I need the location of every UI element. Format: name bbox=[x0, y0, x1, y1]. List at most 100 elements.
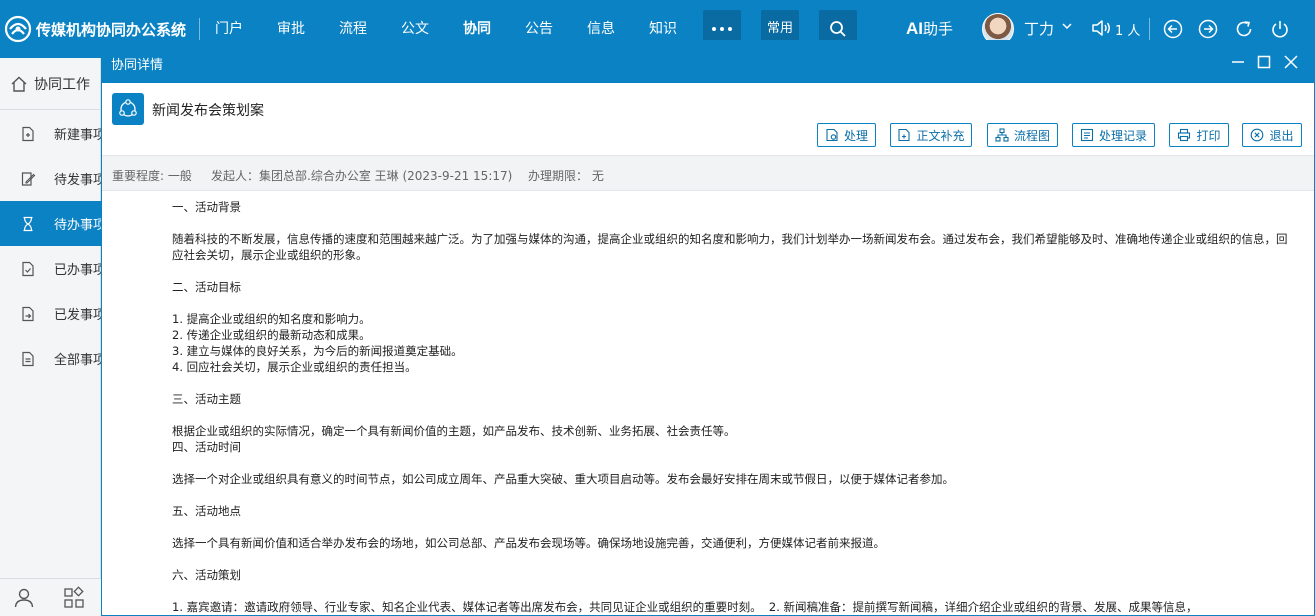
sidebar-item-label: 已办事项 bbox=[54, 263, 101, 278]
content-line: 4. 回应社会关切，展示企业或组织的责任担当。 bbox=[172, 360, 417, 374]
content-line: 选择一个对企业或组织具有意义的时间节点，如公司成立周年、产品重大突破、重大项目启… bbox=[172, 472, 954, 486]
dialog-title: 协同详情 bbox=[111, 58, 164, 73]
chevron-down-icon[interactable] bbox=[1061, 20, 1073, 32]
exit-icon bbox=[1251, 128, 1264, 142]
divider bbox=[199, 18, 200, 40]
close-icon[interactable] bbox=[1282, 53, 1300, 71]
deadline-label: 办理期限： 无 bbox=[528, 169, 604, 183]
content-line bbox=[172, 375, 1292, 391]
edit-icon bbox=[21, 171, 36, 186]
done-document-icon bbox=[22, 261, 34, 276]
supplement-icon bbox=[898, 128, 911, 142]
content-line: 随着科技的不断发展，信息传播的速度和范围越来越广泛。为了加强与媒体的沟通，提高企… bbox=[172, 232, 1288, 262]
content-line: 2. 传递企业或组织的最新动态和成果。 bbox=[172, 328, 371, 342]
document-title: 新闻发布会策划案 bbox=[152, 103, 264, 119]
document-meta: 重要程度: 一般 发起人：集团总部.综合办公室 王琳 (2023-9-21 15… bbox=[102, 155, 1314, 191]
online-count: 1 人 bbox=[1115, 24, 1141, 39]
dot-icon bbox=[712, 27, 716, 31]
content-line: 3. 建立与媒体的良好关系，为今后的新闻报道奠定基础。 bbox=[172, 344, 463, 358]
sidebar-item-label: 待发事项 bbox=[54, 173, 101, 188]
sidebar: 协同工作 新建事项 待发事项 待办事项 已办事项 已发事项 全部事项 bbox=[0, 58, 101, 616]
ai-assistant-button[interactable]: AI助手 bbox=[906, 18, 953, 39]
process-button[interactable]: 处理 bbox=[817, 123, 876, 147]
records-button-label: 处理记录 bbox=[1098, 128, 1147, 143]
flowchart-button[interactable]: 流程图 bbox=[987, 123, 1058, 147]
apps-icon[interactable] bbox=[62, 586, 86, 610]
content-line bbox=[172, 263, 1292, 279]
content-line bbox=[172, 455, 1292, 471]
back-icon[interactable] bbox=[1163, 19, 1183, 39]
sidebar-item-sent[interactable]: 已发事项 bbox=[0, 291, 101, 336]
content-line bbox=[172, 551, 1292, 567]
records-icon bbox=[1080, 128, 1094, 142]
exit-button-label: 退出 bbox=[1269, 128, 1294, 143]
importance-label: 重要程度: 一般 bbox=[112, 169, 192, 183]
collaboration-detail-dialog: 协同详情 新闻发布会策划案 处理 正文补充 流程图 处理记录 打印 退出 重要程… bbox=[101, 40, 1315, 616]
ai-assistant-label: 助手 bbox=[923, 20, 954, 38]
share-icon bbox=[119, 99, 137, 117]
search-icon bbox=[830, 21, 846, 37]
content-line bbox=[172, 215, 1292, 231]
content-line: 选择一个具有新闻价值和适合举办发布会的场地，如公司总部、产品发布会现场等。确保场… bbox=[172, 536, 885, 550]
initiator-label: 发起人：集团总部.综合办公室 王琳 (2023-9-21 15:17) bbox=[211, 169, 513, 183]
content-line: 四、活动时间 bbox=[172, 440, 241, 454]
content-line: 六、活动策划 bbox=[172, 568, 241, 582]
sidebar-item-label: 待办事项 bbox=[54, 218, 101, 233]
content-line: 一、活动背景 bbox=[172, 200, 241, 214]
print-button-label: 打印 bbox=[1196, 128, 1221, 143]
sidebar-item-new[interactable]: 新建事项 bbox=[0, 111, 101, 156]
hourglass-icon bbox=[23, 216, 33, 231]
content-line bbox=[172, 583, 1292, 599]
print-icon bbox=[1178, 128, 1191, 142]
document-body: 一、活动背景 随着科技的不断发展，信息传播的速度和范围越来越广泛。为了加强与媒体… bbox=[172, 199, 1292, 616]
content-line bbox=[172, 295, 1292, 311]
content-line: 1. 提高企业或组织的知名度和影响力。 bbox=[172, 312, 371, 326]
content-line bbox=[172, 519, 1292, 535]
sent-document-icon bbox=[22, 306, 34, 321]
process-icon bbox=[826, 128, 838, 142]
content-line bbox=[172, 407, 1292, 423]
exit-button[interactable]: 退出 bbox=[1242, 123, 1302, 147]
power-icon[interactable] bbox=[1270, 19, 1290, 39]
content-line: 1. 嘉宾邀请：邀请政府领导、行业专家、知名企业代表、媒体记者等出席发布会，共同… bbox=[172, 600, 1198, 614]
sidebar-footer bbox=[0, 578, 101, 616]
supplement-button-label: 正文补充 bbox=[916, 128, 965, 143]
collaboration-icon bbox=[112, 93, 144, 125]
records-button[interactable]: 处理记录 bbox=[1072, 123, 1155, 147]
flowchart-button-label: 流程图 bbox=[1013, 128, 1050, 143]
list-document-icon bbox=[22, 351, 34, 366]
sidebar-title: 协同工作 bbox=[34, 76, 90, 93]
sidebar-item-label: 已发事项 bbox=[54, 308, 101, 323]
app-title: 传媒机构协同办公系统 bbox=[36, 20, 187, 39]
sidebar-item-label: 全部事项 bbox=[54, 353, 101, 368]
content-line: 根据企业或组织的实际情况，确定一个具有新闻价值的主题，如产品发布、技术创新、业务… bbox=[172, 424, 736, 438]
divider bbox=[1149, 18, 1150, 40]
dialog-header: 协同详情 bbox=[102, 41, 1314, 83]
content-line: 二、活动目标 bbox=[172, 280, 241, 294]
forward-icon[interactable] bbox=[1198, 19, 1218, 39]
refresh-icon[interactable] bbox=[1234, 19, 1254, 39]
home-icon bbox=[11, 76, 27, 92]
print-button[interactable]: 打印 bbox=[1169, 123, 1229, 147]
ai-label: AI bbox=[906, 19, 923, 38]
dot-icon bbox=[728, 27, 732, 31]
user-name[interactable]: 丁力 bbox=[1024, 18, 1054, 39]
sidebar-item-draft[interactable]: 待发事项 bbox=[0, 156, 101, 201]
logo-icon bbox=[4, 15, 32, 43]
content-line bbox=[172, 487, 1292, 503]
sidebar-item-all[interactable]: 全部事项 bbox=[0, 336, 101, 381]
dot-icon bbox=[720, 27, 724, 31]
maximize-icon[interactable] bbox=[1255, 53, 1273, 71]
sidebar-item-label: 新建事项 bbox=[54, 128, 101, 143]
supplement-button[interactable]: 正文补充 bbox=[890, 123, 972, 147]
user-icon[interactable] bbox=[12, 586, 36, 610]
content-line: 五、活动地点 bbox=[172, 504, 241, 518]
minimize-icon[interactable] bbox=[1229, 53, 1247, 71]
flowchart-icon bbox=[995, 128, 1009, 142]
speaker-icon[interactable] bbox=[1090, 18, 1112, 38]
sidebar-item-todo[interactable]: 待办事项 bbox=[0, 201, 101, 246]
process-button-label: 处理 bbox=[843, 128, 868, 143]
content-line: 三、活动主题 bbox=[172, 392, 241, 406]
sidebar-header[interactable]: 协同工作 bbox=[0, 58, 101, 110]
sidebar-item-done[interactable]: 已办事项 bbox=[0, 246, 101, 291]
